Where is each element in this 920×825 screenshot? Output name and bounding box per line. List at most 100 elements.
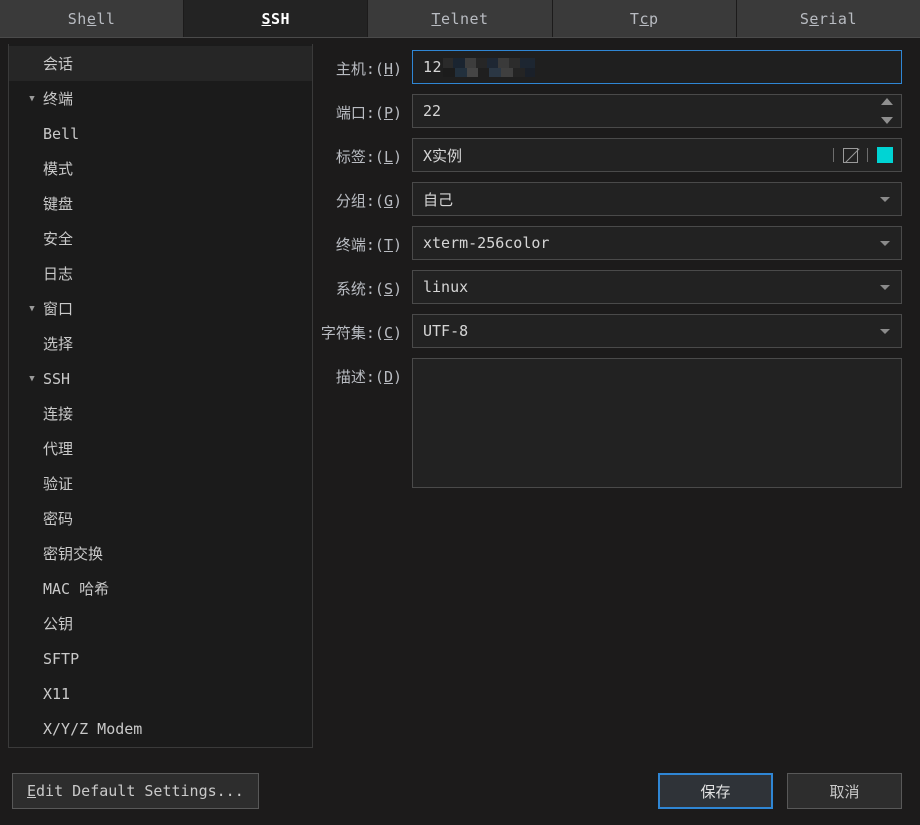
tab-label-post: rial: [818, 9, 857, 28]
terminal-value: xterm-256color: [423, 234, 550, 252]
sidebar-item-mode[interactable]: 模式: [9, 151, 312, 186]
port-label-text: 端口:(: [335, 104, 384, 122]
sidebar-item-label: 终端: [43, 90, 74, 108]
tab-label-post: ll: [96, 9, 116, 28]
port-stepper[interactable]: [880, 98, 894, 124]
expand-arrow-icon[interactable]: ▼: [21, 94, 43, 104]
port-input[interactable]: 22: [412, 94, 902, 128]
host-label-text: 主机:(: [335, 60, 384, 78]
sidebar-item-label: 密钥交换: [43, 545, 104, 563]
system-label-text: 系统:(: [335, 280, 384, 298]
tab-bar: Sh e ll S SH Telnet Tc p Se rial: [0, 0, 920, 38]
system-control: linux: [412, 270, 902, 304]
field-row-system: 系统:(S) linux: [317, 270, 902, 304]
sidebar-item-session[interactable]: 会话: [9, 46, 312, 81]
sidebar-item-proxy[interactable]: 代理: [9, 431, 312, 466]
host-control: 12: [412, 50, 902, 84]
sidebar-item-keyboard[interactable]: 键盘: [9, 186, 312, 221]
save-button[interactable]: 保存: [658, 773, 773, 809]
terminal-label-close: ): [392, 236, 402, 254]
group-label: 分组:(G): [317, 182, 412, 211]
main-content: 会话 ▼ 终端 Bell 模式 键盘 安全 日志 ▼ 窗口 选择 ▼ SSH 连接 代理 验证 密码 密钥交换 MA…: [0, 38, 920, 757]
host-label-accel: H: [383, 60, 393, 78]
sidebar-item-connection[interactable]: 连接: [9, 396, 312, 431]
sidebar-item-label: SFTP: [43, 649, 80, 668]
charset-label-close: ): [392, 324, 402, 342]
sidebar-item-selection[interactable]: 选择: [9, 326, 312, 361]
sidebar-item-label: 模式: [43, 160, 74, 178]
group-select[interactable]: 自己: [412, 182, 902, 216]
host-input[interactable]: 12: [412, 50, 902, 84]
sidebar-item-window[interactable]: ▼ 窗口: [9, 291, 312, 326]
tag-input[interactable]: X实例: [412, 138, 902, 172]
port-label-close: ): [392, 104, 402, 122]
sidebar-item-label: 窗口: [43, 300, 74, 318]
sidebar-item-mac-hash[interactable]: MAC 哈希: [9, 571, 312, 606]
sidebar-item-authentication[interactable]: 验证: [9, 466, 312, 501]
sidebar-item-sftp[interactable]: SFTP: [9, 641, 312, 676]
sidebar-item-label: 会话: [43, 55, 74, 73]
group-label-accel: G: [383, 192, 393, 210]
sidebar-item-label: 验证: [43, 475, 74, 493]
tab-label-accel: e: [86, 9, 97, 28]
terminal-label-text: 终端:(: [335, 236, 384, 254]
stepper-down-icon[interactable]: [881, 117, 893, 124]
field-row-group: 分组:(G) 自己: [317, 182, 902, 216]
chevron-down-icon[interactable]: [880, 285, 890, 290]
expand-arrow-icon[interactable]: ▼: [21, 304, 43, 314]
edit-defaults-label-post: dit Default Settings...: [36, 782, 244, 800]
system-select[interactable]: linux: [412, 270, 902, 304]
chevron-down-icon[interactable]: [880, 241, 890, 246]
sidebar-item-label: 代理: [43, 440, 74, 458]
host-redaction-mask: [443, 57, 536, 77]
edit-pen-icon[interactable]: [843, 147, 858, 163]
sidebar-item-xyz-modem[interactable]: X/Y/Z Modem: [9, 711, 312, 746]
group-label-close: ): [392, 192, 402, 210]
tab-label-accel: e: [809, 9, 819, 28]
sidebar-item-label: 公钥: [43, 615, 74, 633]
sidebar-item-label: 安全: [43, 230, 74, 248]
sidebar-item-label: X11: [43, 684, 71, 703]
tab-telnet[interactable]: Telnet: [368, 0, 553, 37]
edit-default-settings-button[interactable]: Edit Default Settings...: [12, 773, 259, 809]
tag-tools: [833, 138, 893, 172]
terminal-select[interactable]: xterm-256color: [412, 226, 902, 260]
sidebar-item-label: X/Y/Z Modem: [43, 719, 143, 738]
separator-icon: [867, 148, 868, 162]
sidebar-item-x11[interactable]: X11: [9, 676, 312, 711]
chevron-down-icon[interactable]: [880, 329, 890, 334]
sidebar-item-log[interactable]: 日志: [9, 256, 312, 291]
sidebar-item-bell[interactable]: Bell: [9, 116, 312, 151]
description-textarea[interactable]: [412, 358, 902, 488]
tab-label-post: elnet: [440, 9, 489, 28]
host-label-close: ): [392, 60, 402, 78]
tab-tcp[interactable]: Tcp: [552, 0, 737, 37]
tab-label-pre: Sh: [67, 9, 87, 28]
sidebar-item-label: 连接: [43, 405, 74, 423]
terminal-control: xterm-256color: [412, 226, 902, 260]
tab-serial[interactable]: Se rial: [736, 0, 920, 37]
sidebar-item-ssh[interactable]: ▼ SSH: [9, 361, 312, 396]
tab-shell[interactable]: Sh e ll: [0, 0, 185, 37]
sidebar-item-key-exchange[interactable]: 密钥交换: [9, 536, 312, 571]
ssh-session-form: 主机:(H) 12 端口:(P) 22 标签:(L) X实例 分组:(G) 自己…: [313, 38, 920, 757]
charset-select[interactable]: UTF-8: [412, 314, 902, 348]
settings-category-tree[interactable]: 会话 ▼ 终端 Bell 模式 键盘 安全 日志 ▼ 窗口 选择 ▼ SSH 连接 代理 验证 密码 密钥交换 MA…: [8, 44, 313, 748]
description-label-text: 描述:(: [335, 368, 384, 386]
cancel-button[interactable]: 取消: [787, 773, 902, 809]
sidebar-item-password[interactable]: 密码: [9, 501, 312, 536]
description-label-close: ): [392, 368, 402, 386]
tag-color-swatch[interactable]: [877, 147, 893, 163]
expand-arrow-icon[interactable]: ▼: [21, 374, 43, 384]
field-row-host: 主机:(H) 12: [317, 50, 902, 84]
sidebar-item-public-key[interactable]: 公钥: [9, 606, 312, 641]
tag-label-text: 标签:(: [335, 148, 384, 166]
port-label-accel: P: [383, 104, 393, 122]
description-control: [412, 358, 902, 492]
chevron-down-icon[interactable]: [880, 197, 890, 202]
sidebar-item-security[interactable]: 安全: [9, 221, 312, 256]
stepper-up-icon[interactable]: [881, 98, 893, 105]
sidebar-item-terminal[interactable]: ▼ 终端: [9, 81, 312, 116]
system-label-accel: S: [383, 280, 393, 298]
tab-ssh[interactable]: S SH: [184, 0, 369, 37]
